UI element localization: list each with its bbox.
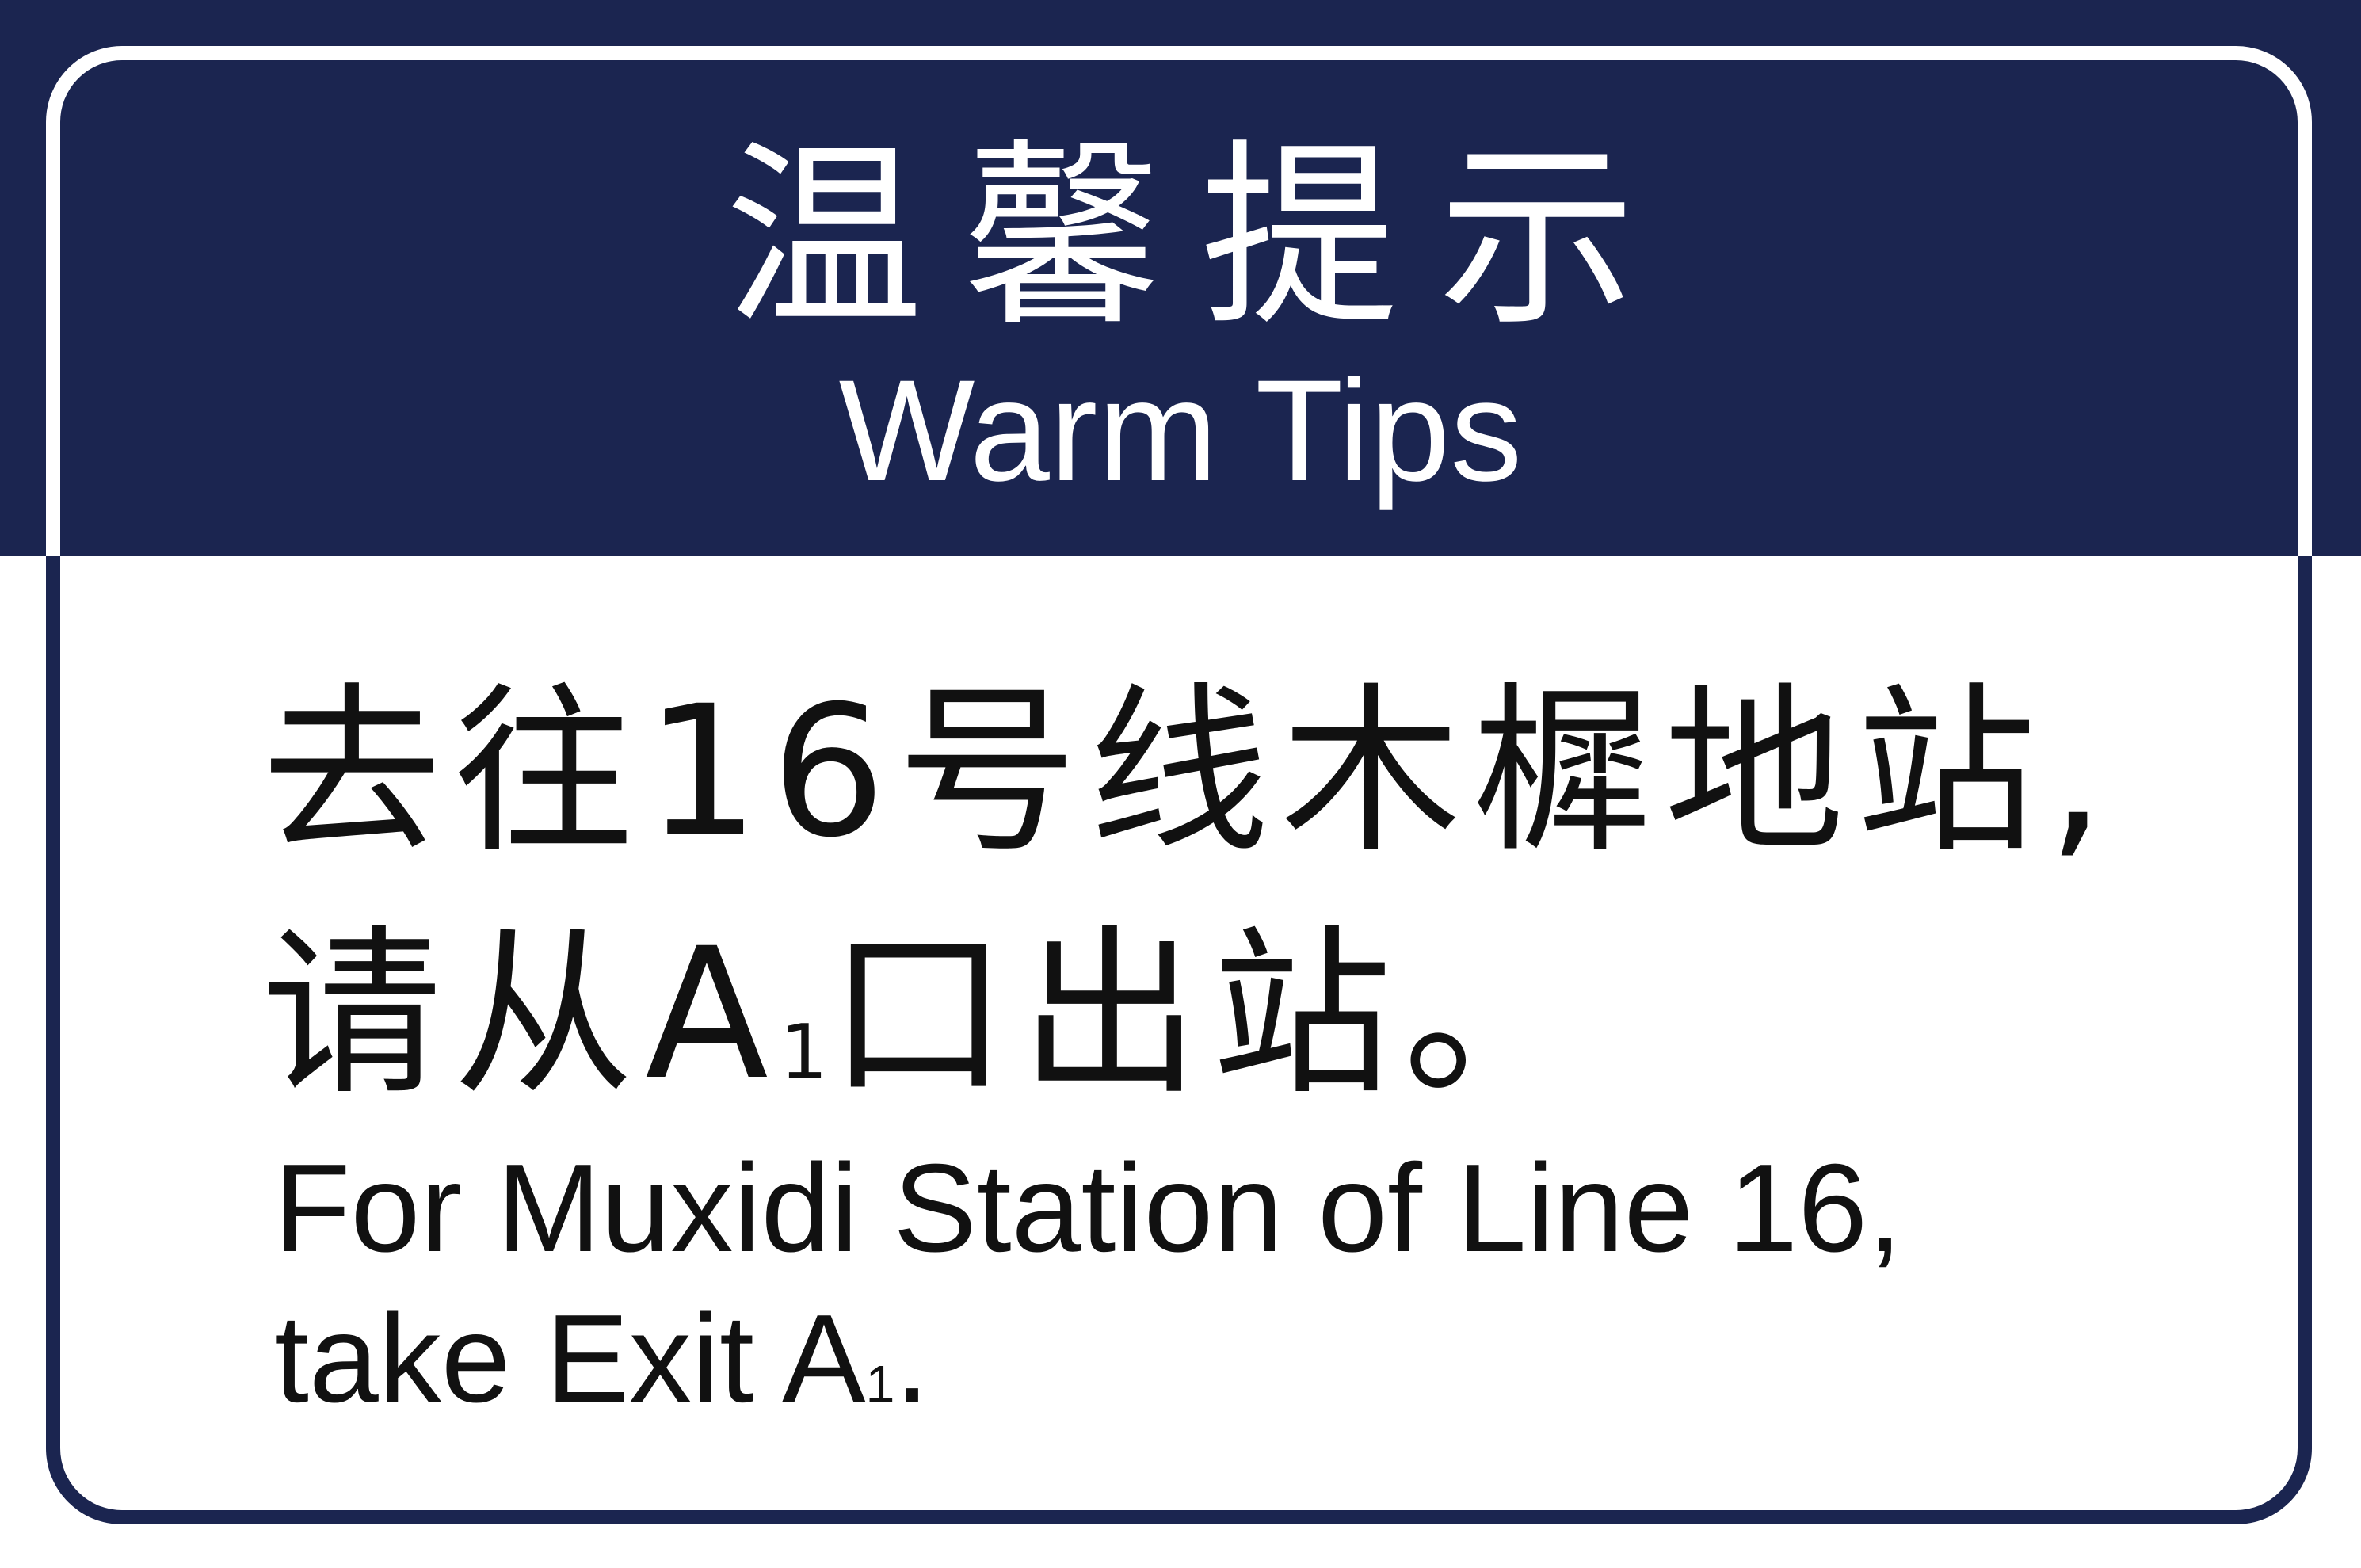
message-english-line-2: take Exit A1. bbox=[274, 1284, 2207, 1434]
message-chinese-line-1: 去往16号线木樨地站, bbox=[261, 666, 2116, 877]
sign-title-chinese: 温馨提示 bbox=[725, 122, 1676, 353]
message-chinese-line-2-suffix: 口出站。 bbox=[827, 909, 1595, 1120]
sign-title-english: Warm Tips bbox=[838, 349, 1523, 511]
exit-number-subscript-english: 1 bbox=[865, 1356, 895, 1415]
message-english-line-2-prefix: take Exit A bbox=[274, 1289, 866, 1429]
message-english-line-2-suffix: . bbox=[894, 1289, 930, 1429]
exit-number-subscript: 1 bbox=[779, 1007, 828, 1097]
message-chinese-line-2-prefix: 请从A bbox=[261, 909, 780, 1120]
warm-tips-sign: 温馨提示 Warm Tips 去往16号线木樨地站, 请从A1口出站。 For … bbox=[0, 0, 2361, 1568]
message-chinese-line-2: 请从A1口出站。 bbox=[261, 903, 2195, 1125]
message-english-line-1: For Muxidi Station of Line 16, bbox=[274, 1139, 1903, 1278]
